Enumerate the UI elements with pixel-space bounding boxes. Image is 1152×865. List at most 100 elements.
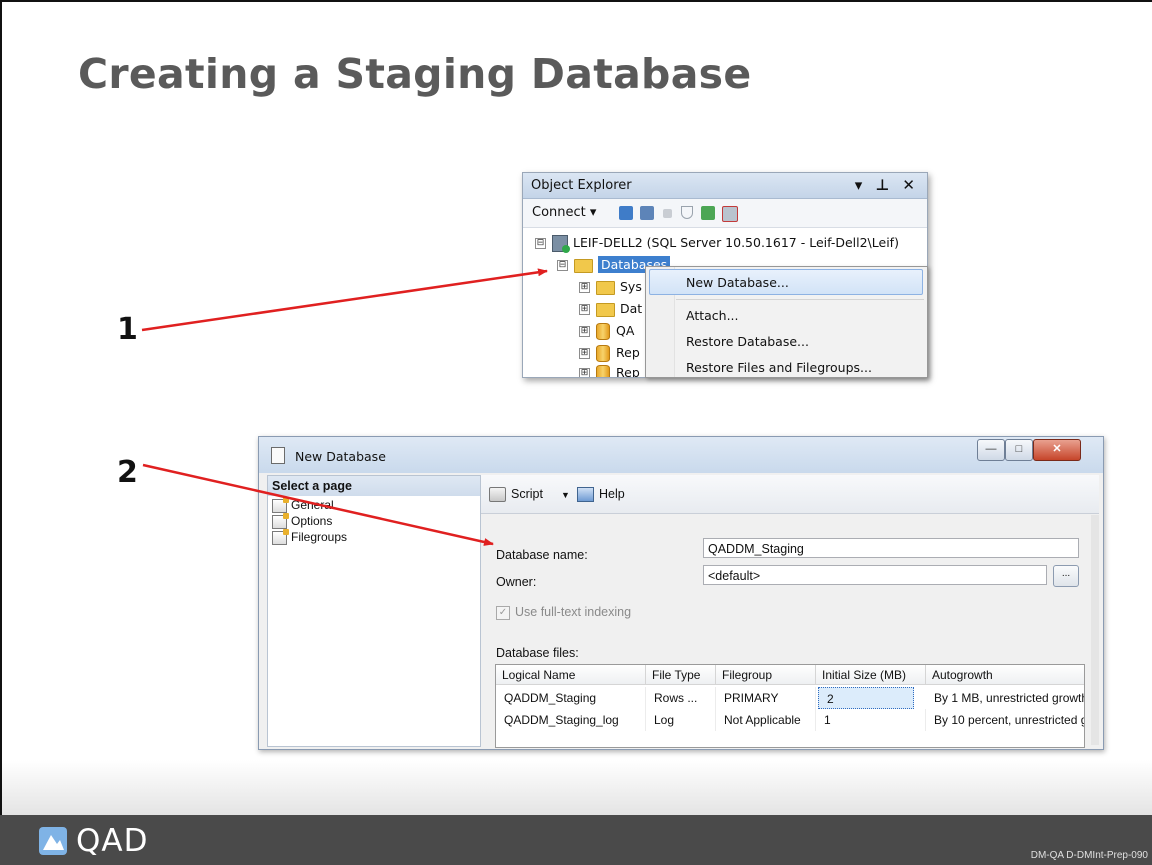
qad-logo-text: QAD: [76, 823, 149, 859]
tree-child-label: Dat: [620, 301, 643, 316]
dialog-titlebar: New Database — □ ✕: [259, 437, 1103, 473]
fulltext-label: Use full-text indexing: [515, 605, 632, 619]
server-icon: [552, 235, 570, 253]
database-files-label: Database files:: [496, 646, 579, 660]
tree-server-node[interactable]: ⊟ LEIF-DELL2 (SQL Server 10.50.1617 - Lei…: [535, 235, 899, 257]
help-label: Help: [599, 487, 625, 501]
database-icon: [596, 323, 610, 340]
page-item-options[interactable]: Options: [272, 512, 333, 529]
grid-cell[interactable]: QADDM_Staging: [496, 687, 646, 709]
step-2-label: 2: [117, 455, 138, 490]
filter-icon[interactable]: [681, 206, 693, 219]
menu-item-attach[interactable]: Attach...: [686, 308, 739, 323]
grid-cell[interactable]: QADDM_Staging_log: [496, 709, 646, 731]
database-icon: [596, 365, 610, 377]
page-icon: [272, 512, 289, 529]
folder-icon: [574, 258, 593, 273]
tree-child-label: Sys: [620, 279, 642, 294]
script-dropdown-arrow[interactable]: ▼: [561, 490, 570, 500]
column-header[interactable]: Logical Name: [496, 665, 646, 685]
grid-cell[interactable]: 1: [816, 709, 926, 731]
expand-icon[interactable]: ⊞: [579, 304, 590, 315]
qad-logo: QAD: [38, 823, 149, 859]
tree-child-node[interactable]: ⊞ Rep: [579, 365, 640, 378]
help-icon: [577, 487, 594, 503]
tree-child-label: QA: [616, 323, 635, 338]
grid-cell[interactable]: By 1 MB, unrestricted growth: [926, 687, 1084, 709]
column-header[interactable]: File Type: [646, 665, 716, 685]
connect-button[interactable]: Connect ▾: [532, 205, 596, 220]
disconnect-icon[interactable]: [640, 206, 654, 220]
slide-code: DM-QA D-DMInt-Prep-090: [1030, 850, 1148, 861]
tree-child-node[interactable]: ⊞ Sys: [579, 279, 642, 301]
column-header[interactable]: Filegroup: [716, 665, 816, 685]
expand-icon[interactable]: ⊞: [579, 368, 590, 377]
page-label: General: [291, 498, 334, 512]
tree-child-label: Rep: [616, 345, 640, 360]
tree-child-node[interactable]: ⊞ Dat: [579, 301, 642, 323]
script-icon: [489, 487, 506, 503]
connect-server-icon[interactable]: [619, 206, 633, 220]
activity-monitor-icon[interactable]: [722, 206, 738, 222]
grid-cell[interactable]: By 10 percent, unrestricted growth: [926, 709, 1084, 731]
dialog-toolbar: Script ▼ Help: [481, 475, 1099, 514]
refresh-icon[interactable]: [701, 206, 715, 220]
collapse-icon[interactable]: ⊟: [557, 260, 568, 271]
object-explorer-title: Object Explorer: [531, 178, 632, 193]
menu-item-new-database[interactable]: New Database...: [686, 275, 789, 290]
database-name-input[interactable]: QADDM_Staging: [703, 538, 1079, 558]
panel-controls[interactable]: ▾ ⊥ ✕: [855, 176, 919, 194]
grid-cell[interactable]: Log: [646, 709, 716, 731]
dialog-title: New Database: [295, 449, 386, 464]
expand-icon[interactable]: ⊞: [579, 282, 590, 293]
menu-item-restore-database[interactable]: Restore Database...: [686, 334, 809, 349]
grid-cell[interactable]: PRIMARY: [716, 687, 816, 709]
tree-child-label: Rep: [616, 365, 640, 378]
step-1-label: 1: [117, 312, 138, 347]
menu-item-restore-files[interactable]: Restore Files and Filegroups...: [686, 360, 872, 375]
server-node-label: LEIF-DELL2 (SQL Server 10.50.1617 - Leif…: [573, 235, 899, 250]
menu-separator: [676, 299, 924, 300]
slide-frame-left: [0, 0, 2, 815]
initial-size-cell[interactable]: 2: [818, 687, 914, 709]
vertical-scrollbar[interactable]: [1091, 515, 1099, 745]
page-item-filegroups[interactable]: Filegroups: [272, 528, 348, 545]
page-icon: [272, 528, 289, 545]
tree-child-node[interactable]: ⊞ Rep: [579, 345, 640, 367]
slide-title: Creating a Staging Database: [78, 50, 752, 98]
owner-label: Owner:: [496, 575, 537, 589]
minimize-button[interactable]: —: [977, 439, 1005, 461]
folder-icon: [596, 302, 615, 317]
page-label: Options: [291, 514, 333, 528]
expand-icon[interactable]: ⊞: [579, 348, 590, 359]
script-button[interactable]: Script: [489, 487, 543, 503]
qad-logo-mark-icon: [39, 827, 67, 855]
collapse-icon[interactable]: ⊟: [535, 238, 546, 249]
grid-cell[interactable]: Rows ...: [646, 687, 716, 709]
grid-cell[interactable]: Not Applicable: [716, 709, 816, 731]
database-files-grid: Logical Name File Type Filegroup Initial…: [495, 664, 1085, 748]
column-header[interactable]: Autogrowth: [926, 665, 1084, 685]
page-item-general[interactable]: General: [272, 496, 334, 513]
help-button[interactable]: Help: [577, 487, 625, 503]
fulltext-checkbox[interactable]: ✓: [496, 606, 510, 620]
select-page-pane: Select a page General Options Filegroups: [267, 475, 481, 747]
new-database-dialog: New Database — □ ✕ Select a page General…: [258, 436, 1104, 750]
page-label: Filegroups: [291, 530, 348, 544]
close-button[interactable]: ✕: [1033, 439, 1081, 461]
page-icon: [272, 496, 289, 513]
stop-icon[interactable]: [663, 209, 672, 218]
owner-browse-button[interactable]: ...: [1053, 565, 1079, 587]
column-header[interactable]: Initial Size (MB): [816, 665, 926, 685]
object-explorer-toolbar: Connect ▾: [523, 199, 927, 228]
tree-child-node[interactable]: ⊞ QA: [579, 323, 634, 345]
expand-icon[interactable]: ⊞: [579, 326, 590, 337]
database-doc-icon: [271, 447, 285, 464]
maximize-button[interactable]: □: [1005, 439, 1033, 461]
script-label: Script: [511, 487, 543, 501]
footer-bar: [0, 815, 1152, 865]
folder-icon: [596, 280, 615, 295]
select-page-header: Select a page: [268, 476, 480, 496]
slide-frame-top: [0, 0, 1152, 2]
owner-input[interactable]: <default>: [703, 565, 1047, 585]
